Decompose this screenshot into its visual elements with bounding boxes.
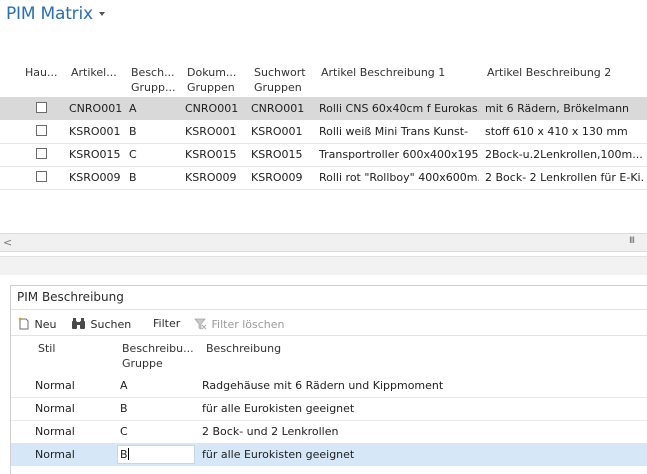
artikel-beschreibung-2-cell: mit 6 Rädern, Brökelmann [485, 102, 630, 115]
artikel-beschreibung-1-cell: Rolli CNS 60x40cm f Eurokas... [319, 102, 479, 115]
column-header-hauptartikel[interactable]: Hau... [25, 65, 61, 80]
text-cursor [127, 448, 129, 460]
suchwort-gruppe-cell: KSRO009 [251, 171, 303, 184]
binoculars-icon [72, 318, 85, 329]
title-dropdown-icon[interactable] [99, 12, 105, 16]
pim-beschreibung-panel: PIM Beschreibung Neu Suchen Filter Filte… [10, 285, 647, 474]
dokument-gruppe-cell: KSRO001 [185, 125, 237, 138]
column-header-artikel[interactable]: Artikel... [71, 65, 123, 80]
gruppe-cell[interactable]: B [120, 443, 129, 466]
artikel-cell: KSRO009 [69, 171, 121, 184]
beschreibung-gruppe-cell: C [129, 148, 137, 161]
beschreibung-gruppe-cell: B [129, 171, 137, 184]
filter-button-label: Filter [153, 317, 181, 330]
table-row[interactable]: KSRO015 C KSRO015 KSRO015 Transportrolle… [0, 143, 647, 166]
beschreibung-gruppe-cell: B [129, 125, 137, 138]
beschreibung-cell: 2 Bock- und 2 Lenkrollen [202, 425, 339, 438]
stil-cell: Normal [35, 425, 75, 438]
hauptartikel-checkbox[interactable] [36, 102, 47, 113]
list-item[interactable]: Normal B für alle Eurokisten geeignet [11, 443, 647, 466]
artikel-cell: KSRO015 [69, 148, 121, 161]
column-header-artikel-beschreibung-2[interactable]: Artikel Beschreibung 2 [487, 65, 637, 80]
title-divider [11, 309, 647, 310]
scroll-left-icon[interactable]: < [3, 236, 12, 249]
beschreibung-cell: Radgehäuse mit 6 Rädern und Kippmoment [202, 379, 444, 392]
gruppe-edit-field[interactable] [117, 445, 195, 464]
artikel-beschreibung-1-cell: Rolli weiß Mini Trans Kunst- [319, 125, 469, 138]
beschreibung-cell: für alle Eurokisten geeignet [202, 448, 355, 461]
column-header-beschreibung-gruppe[interactable]: Beschreibu... Gruppe [122, 341, 202, 371]
panel-title: PIM Beschreibung [17, 290, 124, 304]
table-row[interactable]: CNRO001 A CNRO001 CNRO001 Rolli CNS 60x4… [0, 97, 647, 120]
artikel-beschreibung-2-cell: 2Bock-u.2Lenkrollen,100m... [485, 148, 643, 161]
artikel-beschreibung-1-cell: Transportroller 600x400x195... [319, 148, 479, 161]
gruppe-cell: C [120, 425, 128, 438]
artikel-cell: KSRO001 [69, 125, 121, 138]
hauptartikel-checkbox[interactable] [36, 125, 47, 136]
list-item[interactable]: Normal C 2 Bock- und 2 Lenkrollen [11, 420, 647, 443]
clear-filter-button[interactable]: Filter löschen [194, 317, 285, 331]
dokument-gruppe-cell: CNRO001 [185, 102, 239, 115]
artikel-beschreibung-2-cell: 2 Bock- 2 Lenkrollen für E-Ki... [485, 171, 645, 184]
suchwort-gruppe-cell: CNRO001 [251, 102, 305, 115]
suchwort-gruppe-cell: KSRO001 [251, 125, 303, 138]
column-header-artikel-beschreibung-1[interactable]: Artikel Beschreibung 1 [321, 65, 471, 80]
clear-filter-icon [194, 318, 207, 330]
dokument-gruppe-cell: KSRO009 [185, 171, 237, 184]
new-document-icon [18, 317, 29, 330]
stil-cell: Normal [35, 402, 75, 415]
filter-button[interactable]: Filter [153, 317, 180, 330]
clear-filter-button-label: Filter löschen [211, 318, 285, 331]
artikel-beschreibung-2-cell: stoff 610 x 410 x 130 mm [485, 125, 628, 138]
gruppe-cell: A [120, 379, 128, 392]
column-header-stil[interactable]: Stil [38, 341, 55, 356]
artikel-cell: CNRO001 [69, 102, 123, 115]
beschreibung-cell: für alle Eurokisten geeignet [202, 402, 355, 415]
list-item[interactable]: Normal A Radgehäuse mit 6 Rädern und Kip… [11, 374, 647, 397]
stil-cell: Normal [35, 379, 75, 392]
artikel-beschreibung-1-cell: Rolli rot "Rollboy" 400x600m... [319, 171, 479, 184]
horizontal-scrollbar[interactable]: < III [0, 233, 647, 252]
column-header-beschreibung[interactable]: Beschreibung [206, 341, 281, 356]
stil-cell: Normal [35, 448, 75, 461]
hauptartikel-checkbox[interactable] [36, 171, 47, 182]
search-button[interactable]: Suchen [71, 317, 131, 331]
suchwort-gruppe-cell: KSRO015 [251, 148, 303, 161]
search-button-label: Suchen [90, 318, 132, 331]
dokument-gruppe-cell: KSRO015 [185, 148, 237, 161]
toolbar-divider [11, 335, 647, 336]
list-item[interactable]: Normal B für alle Eurokisten geeignet [11, 397, 647, 420]
table-row[interactable]: KSRO009 B KSRO009 KSRO009 Rolli rot "Rol… [0, 166, 647, 189]
table-row[interactable]: KSRO001 B KSRO001 KSRO001 Rolli weiß Min… [0, 120, 647, 143]
new-button[interactable]: Neu [17, 317, 56, 331]
new-button-label: Neu [34, 318, 57, 331]
beschreibung-gruppe-cell: A [129, 102, 137, 115]
scroll-grip-icon[interactable]: III [629, 236, 635, 246]
pane-divider[interactable] [0, 256, 647, 275]
row-divider [0, 189, 647, 190]
hauptartikel-checkbox[interactable] [36, 148, 47, 159]
column-header-dokument-gruppen[interactable]: Dokum... Gruppen [187, 65, 245, 95]
column-header-suchwort-gruppen[interactable]: Suchwort Gruppen [254, 65, 312, 95]
column-header-beschreibung-gruppe[interactable]: Besch... Grupp... [131, 65, 181, 95]
gruppe-cell: B [120, 402, 128, 415]
page-title: PIM Matrix [6, 4, 93, 24]
